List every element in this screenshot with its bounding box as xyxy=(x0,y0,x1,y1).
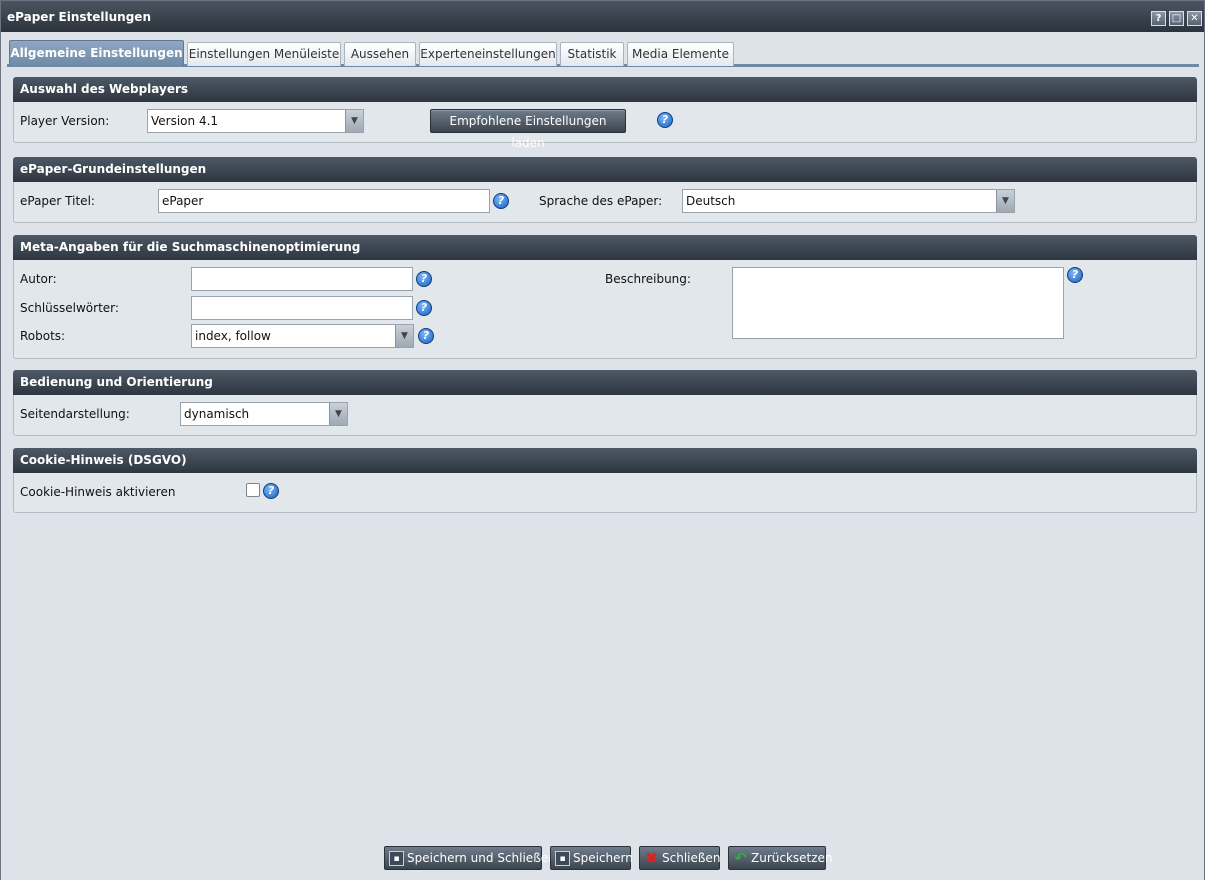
help-icon[interactable]: ? xyxy=(416,300,432,316)
epaper-title-label: ePaper Titel: xyxy=(20,194,95,208)
cookie-activate-label: Cookie-Hinweis aktivieren xyxy=(20,485,176,499)
author-input[interactable] xyxy=(191,267,413,291)
author-label: Autor: xyxy=(20,272,57,286)
webplayer-panel-header: Auswahl des Webplayers xyxy=(13,77,1197,102)
chevron-down-icon[interactable]: ▼ xyxy=(345,110,363,132)
robots-select[interactable]: index, follow ▼ xyxy=(191,324,414,348)
chevron-down-icon[interactable]: ▼ xyxy=(329,403,347,425)
help-icon[interactable]: ? xyxy=(418,328,434,344)
save-and-close-button[interactable]: ▪ Speichern und Schließen xyxy=(384,846,556,870)
description-label: Beschreibung: xyxy=(605,272,691,286)
player-version-select[interactable]: Version 4.1 ▼ xyxy=(147,109,364,133)
maximize-icon[interactable]: □ xyxy=(1169,11,1184,26)
navigation-panel: Bedienung und Orientierung Seitendarstel… xyxy=(13,370,1197,436)
tab-aussehen[interactable]: Aussehen xyxy=(344,42,416,66)
cookie-activate-checkbox[interactable] xyxy=(246,483,260,497)
close-icon: ✖ xyxy=(645,849,658,867)
chevron-down-icon[interactable]: ▼ xyxy=(996,190,1014,212)
basic-settings-panel-header: ePaper-Grundeinstellungen xyxy=(13,157,1197,182)
tab-bar: Allgemeine Einstellungen Einstellungen M… xyxy=(7,39,1199,67)
save-button[interactable]: ▪ Speichern xyxy=(550,846,633,870)
cookie-panel-header: Cookie-Hinweis (DSGVO) xyxy=(13,448,1197,473)
page-display-select[interactable]: dynamisch ▼ xyxy=(180,402,348,426)
robots-value: index, follow xyxy=(195,329,271,343)
tab-experteneinstellungen[interactable]: Experteneinstellungen xyxy=(419,42,557,66)
window-titlebar[interactable]: ePaper Einstellungen ? □ ✕ xyxy=(1,1,1204,32)
robots-label: Robots: xyxy=(20,329,66,343)
tab-statistik[interactable]: Statistik xyxy=(560,42,624,66)
meta-panel-header: Meta-Angaben für die Suchmaschinenoptimi… xyxy=(13,235,1197,260)
help-icon[interactable]: ? xyxy=(493,193,509,209)
save-label: Speichern xyxy=(573,851,633,865)
save-icon: ▪ xyxy=(555,851,570,866)
basic-settings-panel: ePaper-Grundeinstellungen ePaper Titel: … xyxy=(13,157,1197,223)
window-title: ePaper Einstellungen xyxy=(7,10,151,24)
player-version-label: Player Version: xyxy=(20,114,110,128)
close-label: Schließen xyxy=(662,851,721,865)
reset-label: Zurücksetzen xyxy=(751,851,833,865)
language-value: Deutsch xyxy=(686,194,736,208)
player-version-value: Version 4.1 xyxy=(151,114,219,128)
page-display-value: dynamisch xyxy=(184,407,250,421)
help-icon[interactable]: ? xyxy=(416,271,432,287)
language-select[interactable]: Deutsch ▼ xyxy=(682,189,1015,213)
tab-media-elemente[interactable]: Media Elemente xyxy=(627,42,734,66)
help-icon[interactable]: ? xyxy=(1151,11,1166,26)
chevron-down-icon[interactable]: ▼ xyxy=(395,325,413,347)
cookie-panel: Cookie-Hinweis (DSGVO) Cookie-Hinweis ak… xyxy=(13,448,1197,513)
page-display-label: Seitendarstellung: xyxy=(20,407,130,421)
reset-button[interactable]: ↶ Zurücksetzen xyxy=(728,846,833,870)
webplayer-panel: Auswahl des Webplayers Player Version: V… xyxy=(13,77,1197,150)
meta-panel: Meta-Angaben für die Suchmaschinenoptimi… xyxy=(13,235,1197,359)
settings-window: ePaper Einstellungen ? □ ✕ Allgemeine Ei… xyxy=(0,0,1205,880)
epaper-title-input[interactable]: ePaper xyxy=(158,189,490,213)
keywords-input[interactable] xyxy=(191,296,413,320)
load-recommended-settings-button[interactable]: Empfohlene Einstellungen laden xyxy=(430,109,626,150)
keywords-label: Schlüsselwörter: xyxy=(20,301,119,315)
close-button[interactable]: ✖ Schließen xyxy=(639,846,720,870)
save-icon: ▪ xyxy=(389,851,404,866)
help-icon[interactable]: ? xyxy=(1067,267,1083,283)
help-icon[interactable]: ? xyxy=(657,112,673,128)
tab-allgemeine-einstellungen[interactable]: Allgemeine Einstellungen xyxy=(9,40,184,66)
navigation-panel-header: Bedienung und Orientierung xyxy=(13,370,1197,395)
tab-einstellungen-menueleiste[interactable]: Einstellungen Menüleiste xyxy=(187,42,341,66)
help-icon[interactable]: ? xyxy=(263,483,279,499)
language-label: Sprache des ePaper: xyxy=(539,194,663,208)
save-and-close-label: Speichern und Schließen xyxy=(407,851,556,865)
description-textarea[interactable] xyxy=(732,267,1064,339)
close-icon[interactable]: ✕ xyxy=(1187,11,1202,26)
undo-icon: ↶ xyxy=(734,849,747,867)
